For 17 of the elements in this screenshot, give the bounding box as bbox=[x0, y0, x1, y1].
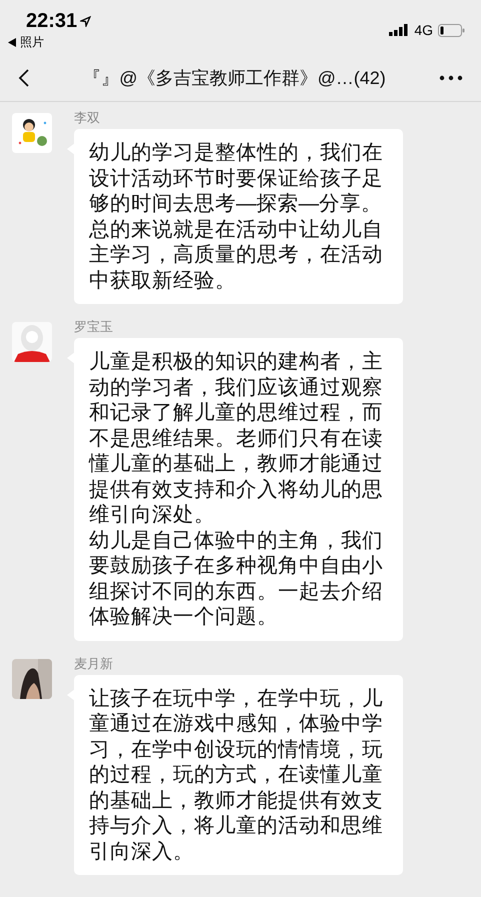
clock-time: 22:31 bbox=[26, 10, 78, 33]
location-arrow-icon bbox=[80, 16, 92, 27]
message-text: 幼儿是自己体验中的主角，我们要鼓励孩子在多种视角中自由小组探讨不同的东西。一起去介绍体验解决一个问题。 bbox=[89, 528, 384, 630]
signal-icon bbox=[389, 24, 410, 36]
chat-title: 『』@《多吉宝教师工作群》@…(42) bbox=[83, 66, 386, 90]
back-app-label[interactable]: 照片 bbox=[20, 34, 44, 51]
message-text: 幼儿的学习是整体性的，我们在设计活动环节时要保证给孩子足够的时间去思考—探索—分享。总的来说就是在活动中让幼儿自主学习，高质量的思考，在活动中获取新经验。 bbox=[89, 140, 384, 293]
back-triangle-icon[interactable] bbox=[8, 38, 16, 47]
avatar[interactable] bbox=[12, 658, 52, 698]
battery-icon bbox=[438, 24, 465, 36]
avatar[interactable] bbox=[12, 113, 52, 153]
message-text: 让孩子在玩中学，在学中玩，儿童通过在游戏中感知，体验中学习，在学中创设玩的情情境，玩的过程，玩的方式，在读懂儿童的基础上，教师才能提供有效支持与介入，将儿童的活动和思维引向深入。 bbox=[89, 686, 384, 864]
sender-name: 麦月新 bbox=[74, 654, 114, 672]
message-text: 儿童是积极的知识的建构者，主动的学习者，我们应该通过观察和记录了解儿童的思维过程，而不是思维结果。老师们只有在读懂儿童的基础上，教师才能通过提供有效支持和介入将幼儿的思维引向深处。 bbox=[89, 349, 384, 528]
sender-name: 罗宝玉 bbox=[74, 318, 114, 336]
sender-name: 李双 bbox=[74, 109, 101, 127]
network-label: 4G bbox=[414, 22, 433, 38]
